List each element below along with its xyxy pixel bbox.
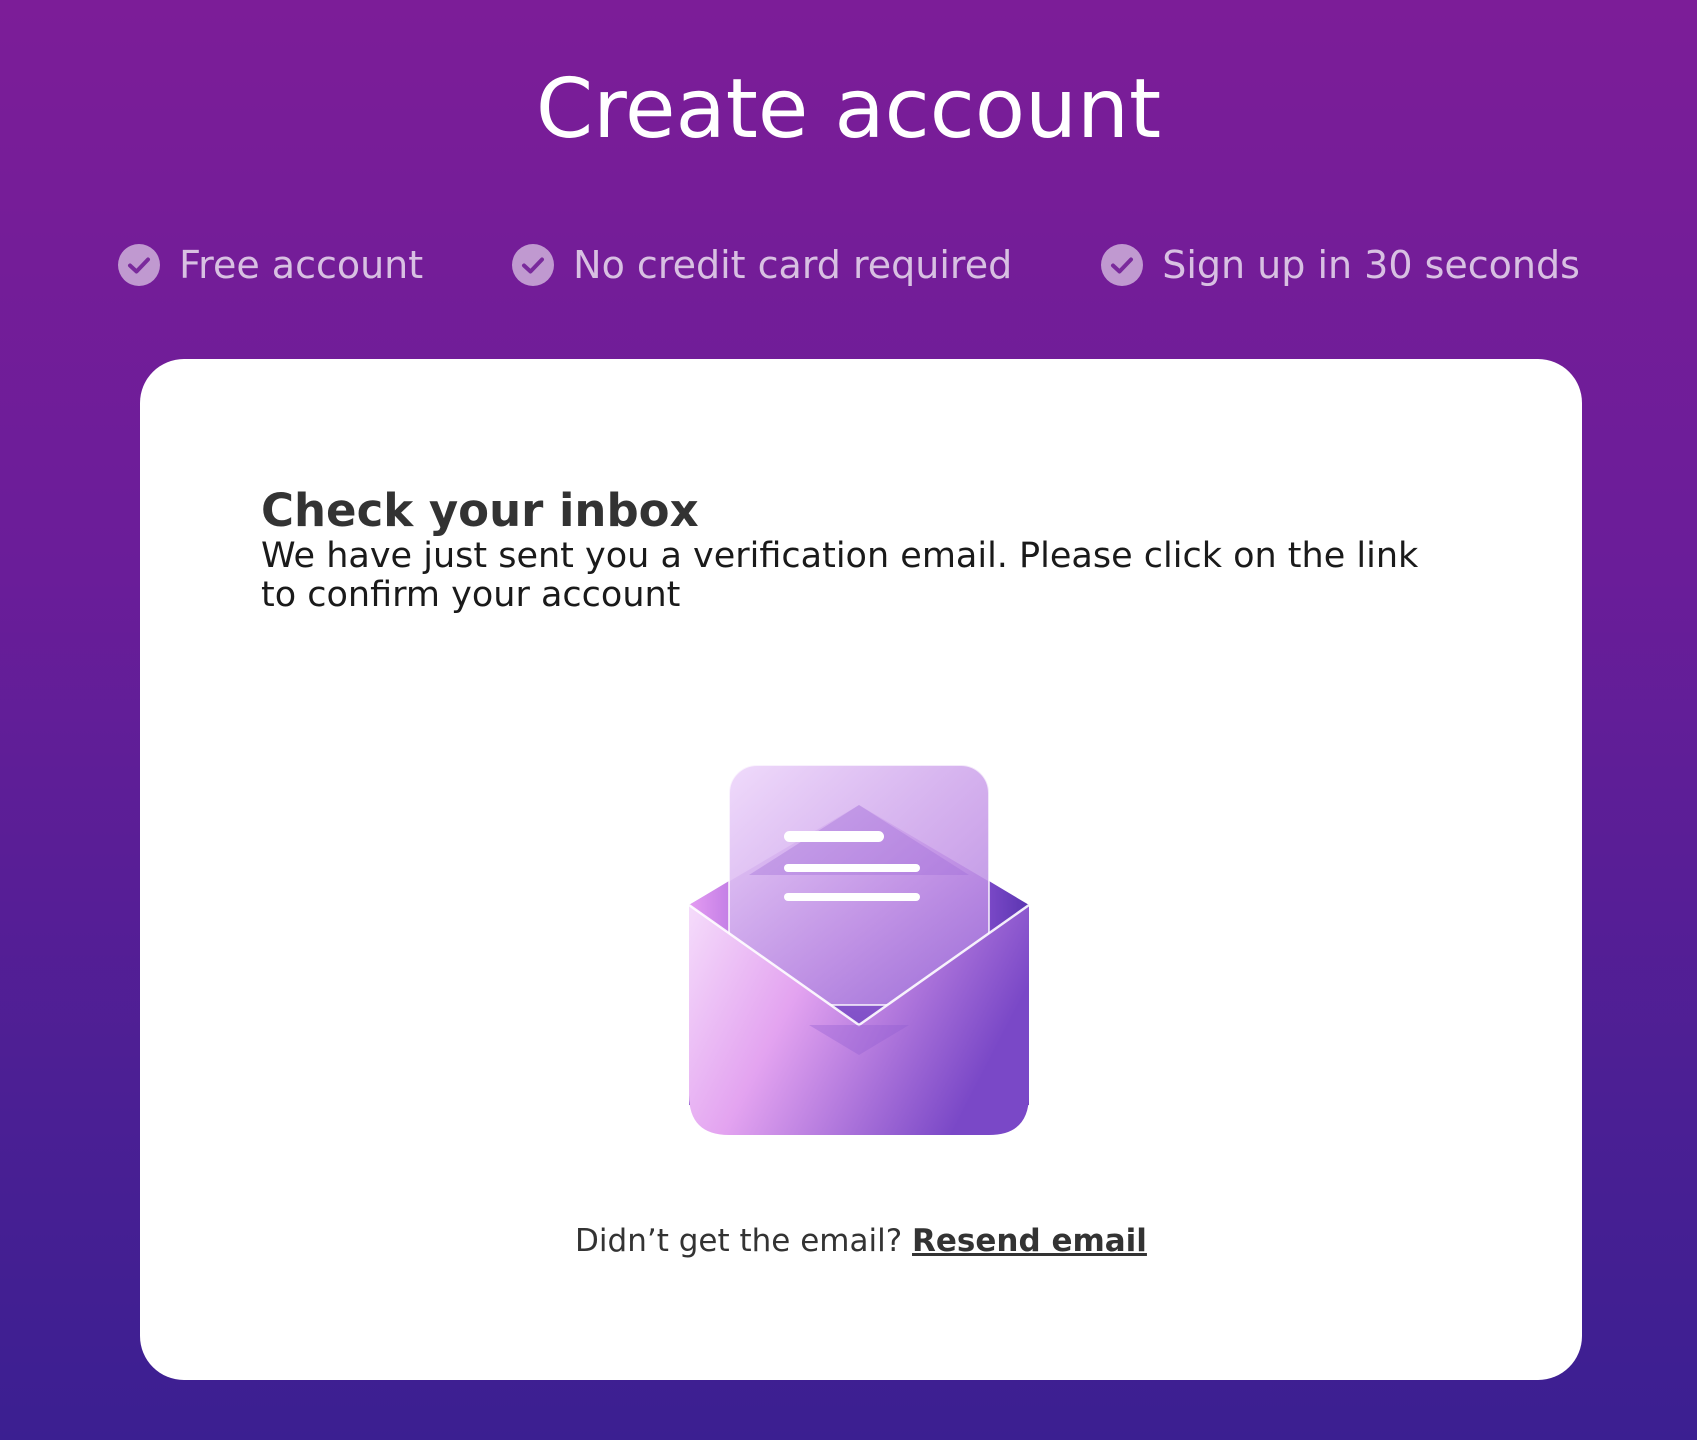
check-circle-icon (1101, 244, 1144, 286)
feature-label: Free account (179, 243, 424, 287)
check-circle-icon (118, 244, 161, 286)
feature-item-sign-up-time: Sign up in 30 seconds (1100, 243, 1580, 287)
resend-prompt: Didn’t get the email? (575, 1223, 903, 1259)
open-envelope-icon (689, 765, 1029, 1135)
page-title: Create account (535, 62, 1162, 157)
feature-label: No credit card required (573, 243, 1013, 287)
card-heading: Check your inbox (261, 484, 699, 537)
check-circle-icon (512, 244, 555, 286)
card-message: We have just sent you a verification ema… (261, 536, 1419, 615)
resend-row: Didn’t get the email? Resend email (140, 1223, 1582, 1259)
feature-label: Sign up in 30 seconds (1162, 243, 1580, 287)
verification-card: Check your inbox We have just sent you a… (140, 359, 1582, 1380)
feature-item-free-account: Free account (117, 243, 423, 287)
feature-list: Free account No credit card required Sig… (0, 243, 1697, 287)
resend-email-link[interactable]: Resend email (912, 1223, 1147, 1259)
feature-item-no-credit-card: No credit card required (511, 243, 1012, 287)
